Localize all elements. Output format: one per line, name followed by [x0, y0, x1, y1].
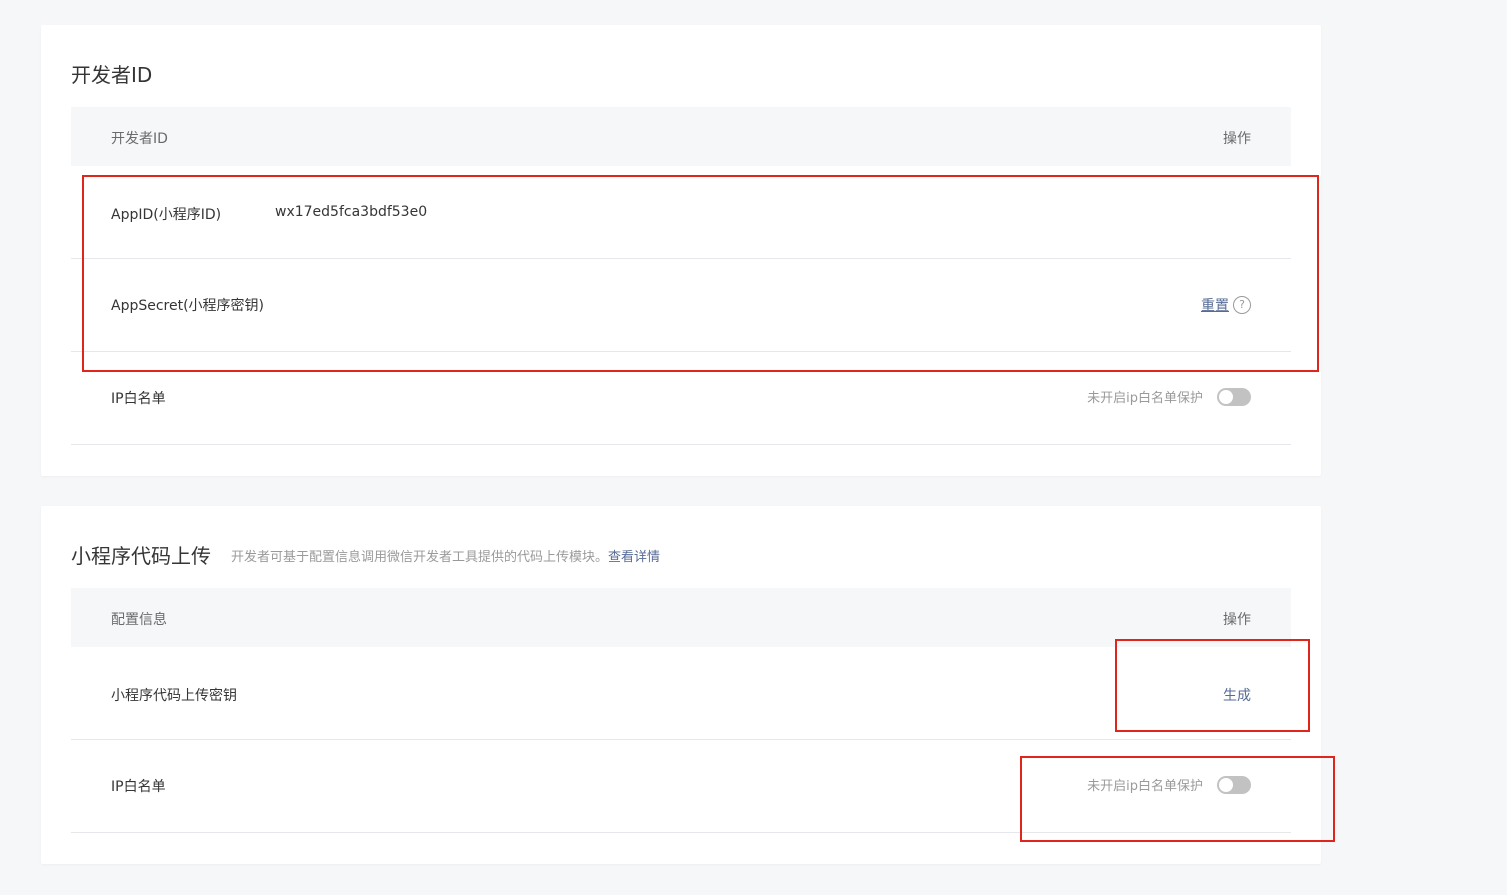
code-upload-title: 小程序代码上传 [71, 544, 211, 568]
ip-whitelist-label: IP白名单 [111, 391, 166, 407]
upload-ip-whitelist-row: IP白名单 未开启ip白名单保护 [71, 740, 1291, 833]
appsecret-actions: 重置 ? [1201, 295, 1251, 315]
appsecret-label: AppSecret(小程序密钥) [111, 298, 265, 314]
view-details-link[interactable]: 查看详情 [608, 550, 660, 565]
toggle-knob [1219, 389, 1233, 404]
header-col-action: 操作 [1223, 612, 1251, 628]
ip-whitelist-label: IP白名单 [111, 779, 166, 795]
upload-key-row: 小程序代码上传密钥 生成 [71, 647, 1291, 740]
generate-key-link[interactable]: 生成 [1223, 685, 1251, 705]
appid-label: AppID(小程序ID) [111, 207, 222, 223]
reset-secret-link[interactable]: 重置 [1201, 295, 1229, 315]
question-icon[interactable]: ? [1233, 296, 1251, 314]
ip-whitelist-toggle[interactable] [1217, 387, 1251, 406]
ip-whitelist-status: 未开启ip白名单保护 [1087, 779, 1203, 794]
code-upload-description: 开发者可基于配置信息调用微信开发者工具提供的代码上传模块。查看详情 [231, 546, 660, 565]
ip-whitelist-row: IP白名单 未开启ip白名单保护 [71, 352, 1291, 445]
header-col-config: 配置信息 [111, 612, 167, 628]
upload-ip-whitelist-toggle[interactable] [1217, 775, 1251, 794]
header-col-action: 操作 [1223, 131, 1251, 147]
description-text: 开发者可基于配置信息调用微信开发者工具提供的代码上传模块。 [231, 550, 609, 565]
ip-whitelist-control: 未开启ip白名单保护 [1087, 387, 1251, 406]
ip-whitelist-status: 未开启ip白名单保护 [1087, 391, 1203, 406]
developer-id-card: 开发者ID 开发者ID 操作 AppID(小程序ID) wx17ed5fca3b… [41, 25, 1321, 476]
upload-ip-whitelist-control: 未开启ip白名单保护 [1087, 775, 1251, 794]
header-col-name: 开发者ID [111, 131, 168, 147]
developer-id-table-header: 开发者ID 操作 [71, 107, 1291, 166]
toggle-knob [1219, 777, 1233, 792]
appid-value: wx17ed5fca3bdf53e0 [275, 204, 428, 220]
upload-key-label: 小程序代码上传密钥 [111, 688, 237, 704]
upload-key-actions: 生成 [1223, 685, 1251, 705]
code-upload-card: 小程序代码上传 开发者可基于配置信息调用微信开发者工具提供的代码上传模块。查看详… [41, 506, 1321, 864]
appid-row: AppID(小程序ID) wx17ed5fca3bdf53e0 [71, 166, 1291, 259]
appsecret-row: AppSecret(小程序密钥) 重置 ? [71, 259, 1291, 352]
code-upload-table-header: 配置信息 操作 [71, 588, 1291, 647]
developer-id-title: 开发者ID [71, 63, 153, 87]
